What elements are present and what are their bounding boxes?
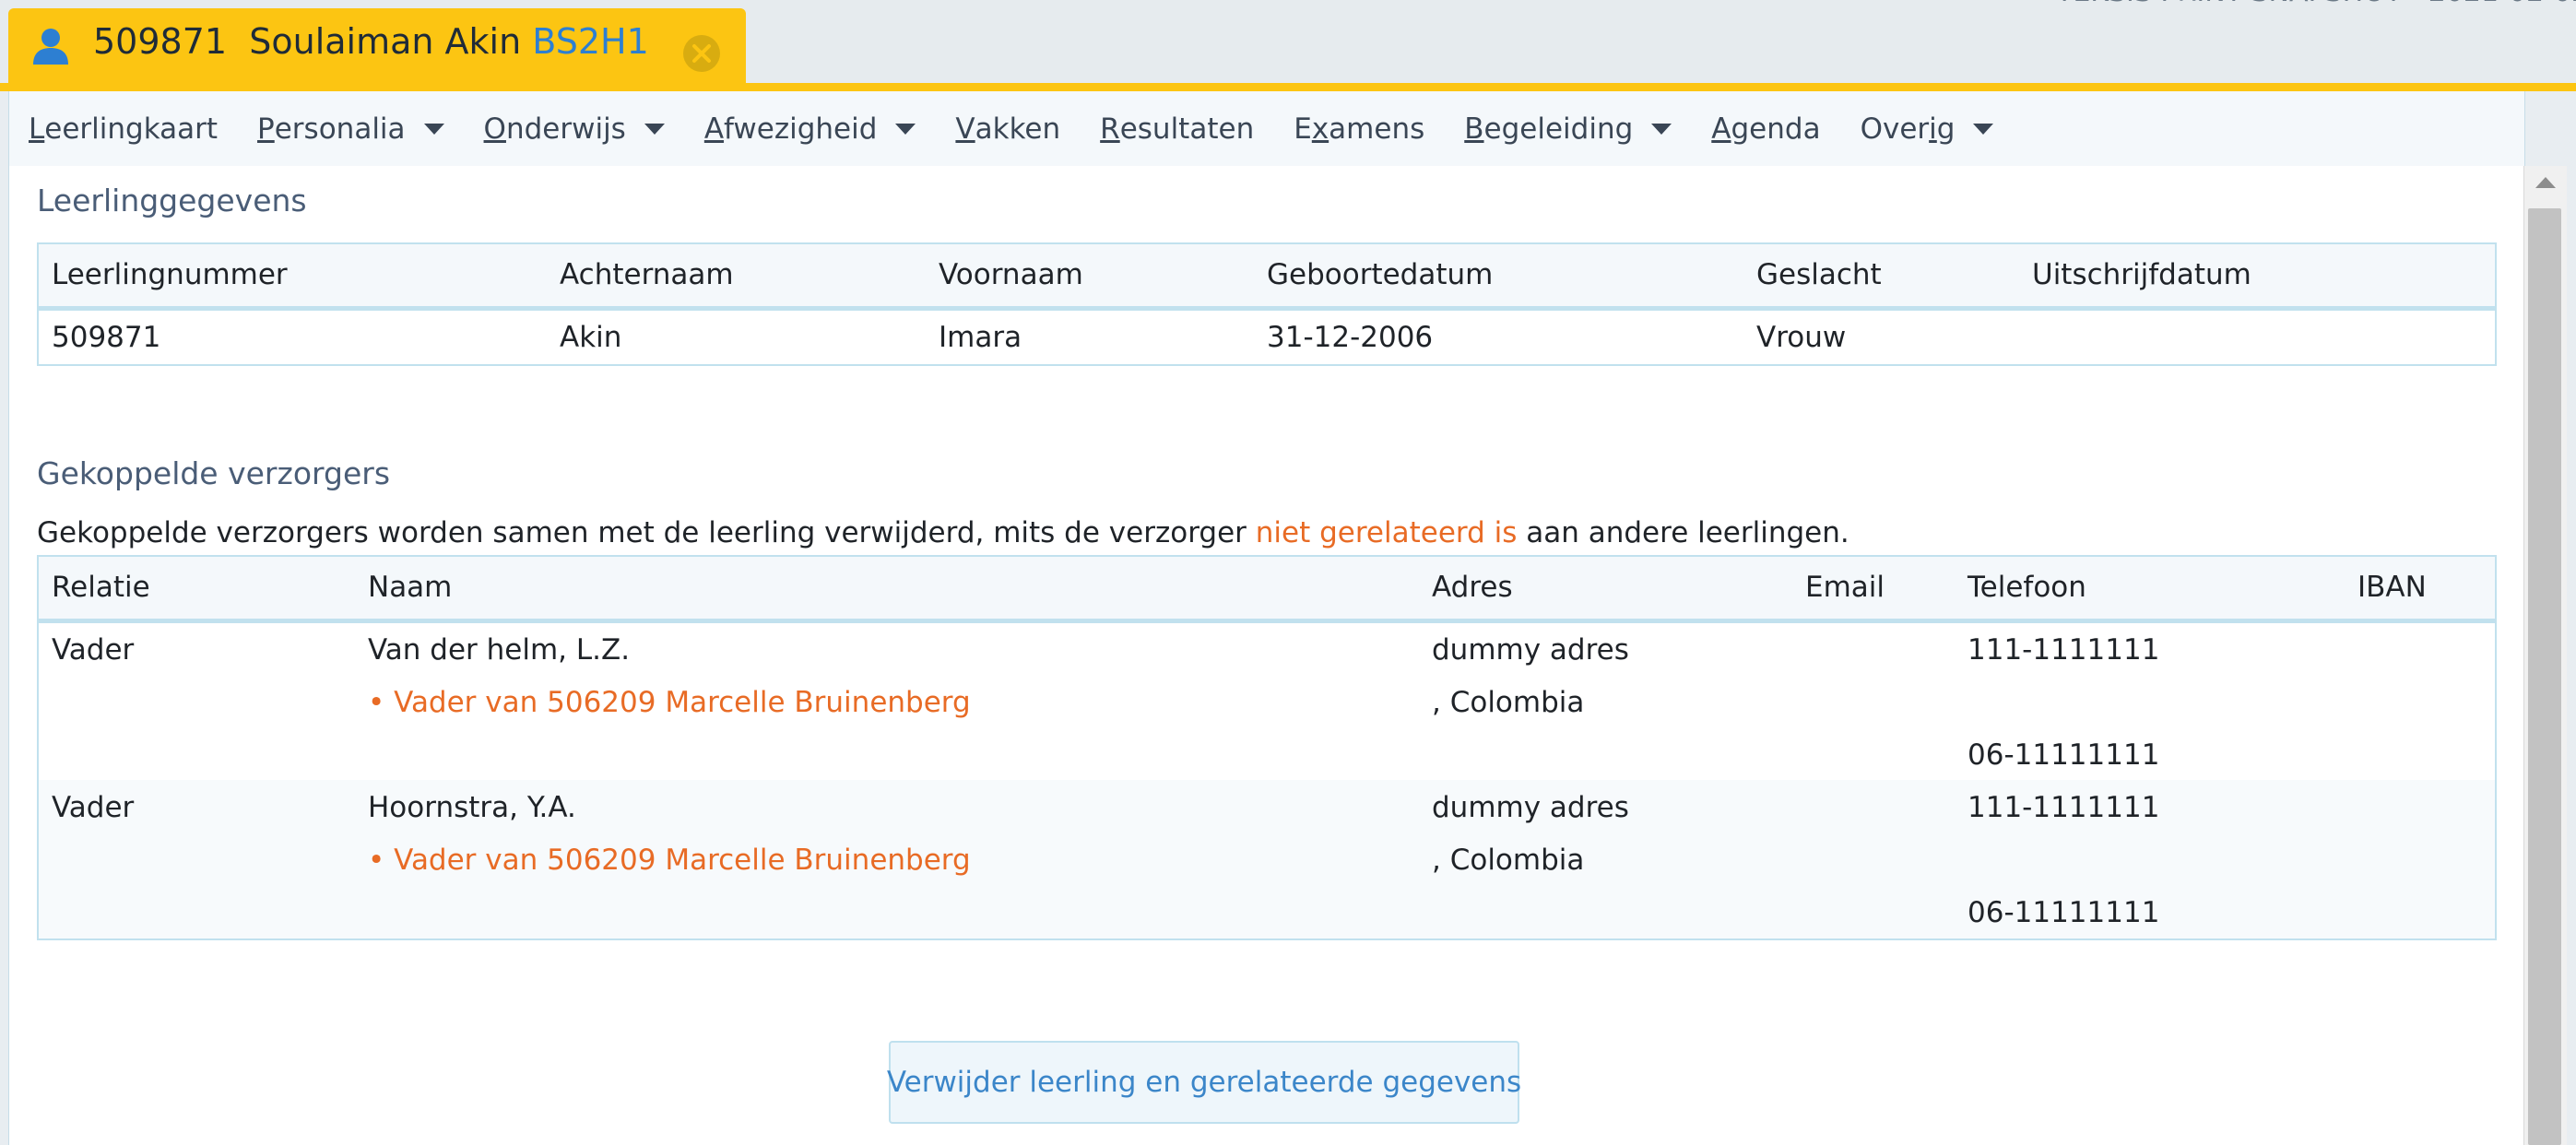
- student-section-title: Leerlinggegevens: [37, 183, 307, 218]
- content-area: Leerlinggegevens Leerlingnummer Achterna…: [8, 166, 2524, 1145]
- guardian-relatie: Vader: [52, 633, 135, 667]
- caret-down-icon: [895, 123, 916, 135]
- delete-student-button[interactable]: Verwijder leerling en gerelateerde gegev…: [887, 1041, 1521, 1124]
- column-header: Geslacht: [1756, 258, 1882, 291]
- vertical-scrollbar[interactable]: [2523, 166, 2567, 1145]
- column-header: Naam: [368, 571, 453, 604]
- menu-vakken[interactable]: Vakken: [936, 112, 1081, 146]
- student-table: Leerlingnummer Achternaam Voornaam Geboo…: [37, 242, 2497, 366]
- student-number: 509871: [93, 21, 228, 62]
- table-cell: Imara: [939, 321, 1022, 354]
- column-header: Email: [1805, 571, 1885, 604]
- menu-afwezigheid[interactable]: Afwezigheid: [685, 112, 937, 146]
- guardian-adres-line1: dummy adres: [1432, 633, 1629, 667]
- guardian-adres-line2: , Colombia: [1432, 686, 1585, 719]
- scroll-up-icon[interactable]: [2535, 177, 2556, 188]
- menu-examens[interactable]: Ex amens: [1274, 112, 1445, 146]
- guardian-relatie: Vader: [52, 791, 135, 824]
- guardian-telefoon: 111-1111111: [1967, 633, 2160, 667]
- guardian-mobiel: 06-11111111: [1967, 896, 2160, 929]
- guardians-section-title: Gekoppelde verzorgers: [37, 455, 391, 491]
- guardian-adres-line1: dummy adres: [1432, 791, 1629, 824]
- caret-down-icon: [1973, 123, 1994, 135]
- user-icon: [33, 29, 68, 65]
- menu-begeleiding[interactable]: Begeleiding: [1445, 112, 1692, 146]
- table-cell: 509871: [52, 321, 161, 354]
- guardian-relation-link[interactable]: • Vader van 506209 Marcelle Bruinenberg: [368, 686, 971, 719]
- column-header: Adres: [1432, 571, 1513, 604]
- column-header: Voornaam: [939, 258, 1083, 291]
- column-header: Achternaam: [560, 258, 734, 291]
- caret-down-icon: [644, 123, 665, 135]
- guardian-adres-line2: , Colombia: [1432, 844, 1585, 877]
- column-header: Telefoon: [1967, 571, 2086, 604]
- column-header: Uitschrijfdatum: [2032, 258, 2251, 291]
- menu-leerlingkaart[interactable]: Leerlingkaart: [9, 112, 238, 146]
- menu-onderwijs[interactable]: Onderwijs: [465, 112, 685, 146]
- guardian-naam: Hoornstra, Y.A.: [368, 791, 576, 824]
- class-code: BS2H1: [532, 21, 649, 62]
- student-name: Soulaiman Akin: [249, 21, 522, 62]
- menu-agenda[interactable]: Agenda: [1692, 112, 1840, 146]
- guardians-table: Relatie Naam Adres Email Telefoon IBAN V…: [37, 555, 2497, 940]
- table-cell: Vrouw: [1756, 321, 1847, 354]
- menu-overig[interactable]: Over i g: [1841, 112, 2015, 146]
- scrollbar-thumb[interactable]: [2528, 208, 2561, 1145]
- note-highlight: niet gerelateerd is: [1255, 516, 1518, 549]
- column-header: IBAN: [2357, 571, 2427, 604]
- top-tab-bar: TEKSIS PRINT SNAPSHOT · 2021-02-02 · 08:…: [0, 0, 2576, 86]
- table-cell: Akin: [560, 321, 622, 354]
- student-menu-bar: Leerlingkaart Personalia Onderwijs Afwez…: [8, 91, 2525, 167]
- guardian-mobiel: 06-11111111: [1967, 738, 2160, 772]
- menu-resultaten[interactable]: Resultaten: [1081, 112, 1274, 146]
- tab-underline: [0, 83, 2576, 91]
- guardian-telefoon: 111-1111111: [1967, 791, 2160, 824]
- menu-personalia[interactable]: Personalia: [238, 112, 465, 146]
- column-header: Relatie: [52, 571, 150, 604]
- column-header: Geboortedatum: [1267, 258, 1494, 291]
- close-circle-icon[interactable]: [681, 33, 722, 74]
- guardians-note: Gekoppelde verzorgers worden samen met d…: [37, 516, 1849, 549]
- caret-down-icon: [1651, 123, 1672, 135]
- student-tab[interactable]: 509871 Soulaiman Akin BS2H1: [8, 8, 746, 86]
- guardian-naam: Van der helm, L.Z.: [368, 633, 631, 667]
- caret-down-icon: [423, 123, 444, 135]
- guardian-relation-link[interactable]: • Vader van 506209 Marcelle Bruinenberg: [368, 844, 971, 877]
- print-header-text: TEKSIS PRINT SNAPSHOT · 2021-02-02 · 08:: [2056, 0, 2576, 8]
- column-header: Leerlingnummer: [52, 258, 288, 291]
- table-cell: 31-12-2006: [1267, 321, 1434, 354]
- tab-title: 509871 Soulaiman Akin BS2H1: [93, 21, 649, 62]
